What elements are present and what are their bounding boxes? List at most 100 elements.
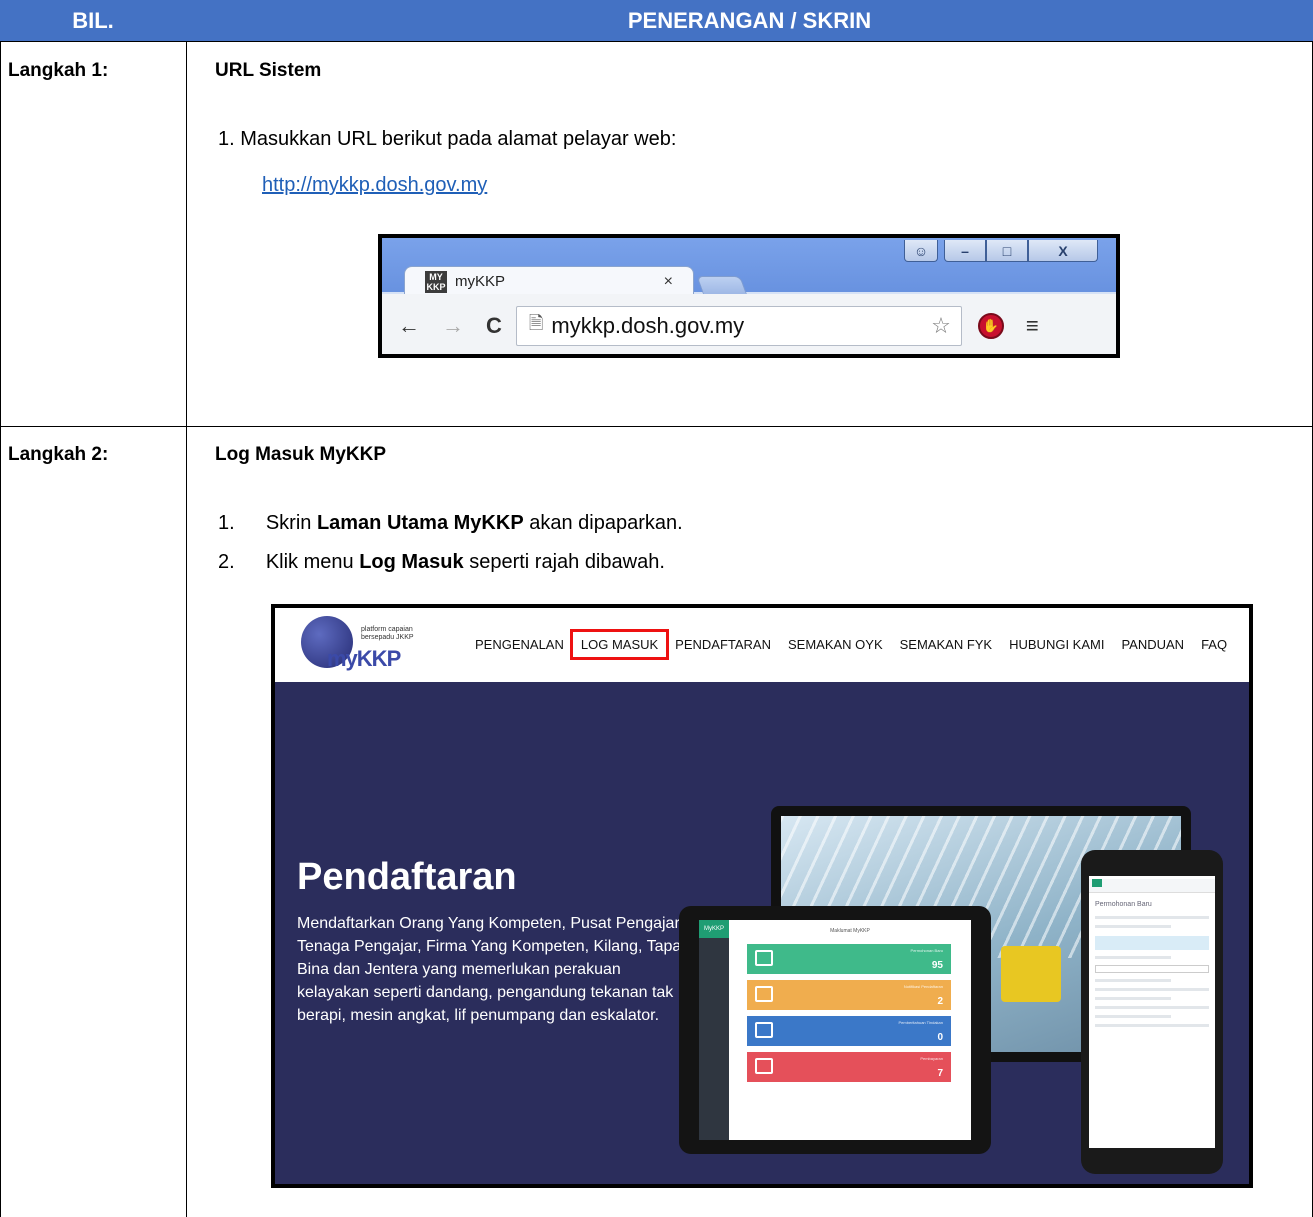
forward-arrow-icon[interactable]: → xyxy=(442,313,464,339)
tablet-title: Maklumat MyKKP xyxy=(830,928,870,934)
tablet-dashboard: MyKKP Maklumat MyKKP Permohonan Baru 95 … xyxy=(699,920,971,1140)
tablet-brand: MyKKP xyxy=(699,920,729,938)
hero-title: Pendaftaran xyxy=(297,856,517,898)
menu-pengenalan[interactable]: PENGENALAN xyxy=(475,632,564,657)
window-controls: ☺ – □ X xyxy=(904,240,1098,262)
card-permohonan-baru: Permohonan Baru 95 xyxy=(747,944,951,974)
table-border-left xyxy=(0,41,1,1217)
step1-item1-num: 1. xyxy=(218,128,235,150)
step1-item1: 1. Masukkan URL berikut pada alamat pela… xyxy=(218,125,676,153)
header-bil: BIL. xyxy=(0,0,186,41)
phone-topbar xyxy=(1089,879,1215,893)
browser-tab-title: myKKP xyxy=(455,273,506,290)
browser-screenshot: ☺ – □ X MY KKP myKKP × ← → C 🗎 mykkp.dos… xyxy=(378,234,1120,358)
site-navbar: platform capaian bersepadu JKKP myKKP PE… xyxy=(275,608,1249,682)
system-url-link[interactable]: http://mykkp.dosh.gov.my xyxy=(262,174,487,197)
phone-screen: Permohonan Baru xyxy=(1089,876,1215,1148)
phone-line xyxy=(1095,1006,1209,1009)
menu-hubungi-kami[interactable]: HUBUNGI KAMI xyxy=(1009,632,1104,657)
logo-tagline-1: platform capaian xyxy=(361,626,413,633)
close-window-icon[interactable]: X xyxy=(1028,240,1098,262)
card-value: 95 xyxy=(931,960,943,971)
card-pemberitahuan: Pemberitahuan Tindakan 0 xyxy=(747,1016,951,1046)
step1-label: Langkah 1: xyxy=(8,60,109,81)
address-bar-url[interactable]: mykkp.dosh.gov.my xyxy=(551,313,931,339)
step2-item1: 1. Skrin Laman Utama MyKKP akan dipapark… xyxy=(218,509,683,537)
browser-toolbar: ← → C 🗎 mykkp.dosh.gov.my ☆ ✋ ≡ xyxy=(382,294,1116,354)
menu-semakan-fyk[interactable]: SEMAKAN FYK xyxy=(900,632,992,657)
envelope-icon xyxy=(755,950,773,966)
phone-illustration: Permohonan Baru xyxy=(1081,850,1223,1174)
step1-item1-text: Masukkan URL berikut pada alamat pelayar… xyxy=(240,128,677,150)
logo-tagline: platform capaian bersepadu JKKP xyxy=(361,626,414,642)
step2-item2: 2. Klik menu Log Masuk seperti rajah dib… xyxy=(218,548,665,576)
phone-line xyxy=(1095,1024,1209,1027)
minimize-icon[interactable]: – xyxy=(944,240,986,262)
bookmark-star-icon[interactable]: ☆ xyxy=(931,313,951,339)
phone-menu-icon xyxy=(1092,879,1102,887)
tab-close-icon[interactable]: × xyxy=(664,273,673,291)
table-row-divider-top xyxy=(0,41,1313,42)
tablet-illustration: MyKKP Maklumat MyKKP Permohonan Baru 95 … xyxy=(679,906,991,1154)
mykkp-favicon-icon: MY KKP xyxy=(425,270,447,293)
tablet-sidebar: MyKKP xyxy=(699,920,729,1140)
menu-panduan[interactable]: PANDUAN xyxy=(1121,632,1184,657)
browser-tab[interactable]: MY KKP myKKP × xyxy=(404,266,694,296)
menu-log-masuk[interactable]: LOG MASUK xyxy=(569,629,670,660)
phone-line xyxy=(1095,988,1209,991)
hero-description: Mendaftarkan Orang Yang Kompeten, Pusat … xyxy=(297,915,690,1024)
step2-item1-num: 1. xyxy=(218,512,235,534)
logo-wordmark: myKKP xyxy=(327,646,401,671)
step2-item1-bold: Laman Utama MyKKP xyxy=(316,512,524,534)
phone-line xyxy=(1095,979,1171,982)
reload-icon[interactable]: C xyxy=(486,313,502,339)
phone-line xyxy=(1095,1015,1171,1018)
mykkp-logo[interactable]: platform capaian bersepadu JKKP myKKP xyxy=(301,616,451,674)
card-label: Pembayaran xyxy=(920,1056,943,1061)
logo-tagline-2: bersepadu JKKP xyxy=(361,634,414,641)
step1-title: URL Sistem xyxy=(215,60,322,81)
browser-menu-icon[interactable]: ≡ xyxy=(1026,313,1039,339)
user-profile-icon[interactable]: ☺ xyxy=(904,240,938,262)
table-column-divider xyxy=(186,41,187,1217)
adblock-stop-icon[interactable]: ✋ xyxy=(977,313,1004,339)
step2-item2-pre: Klik menu xyxy=(265,551,360,573)
card-label: Permohonan Baru xyxy=(910,948,943,953)
mykkp-homepage-screenshot: platform capaian bersepadu JKKP myKKP PE… xyxy=(271,604,1253,1188)
card-pembayaran: Pembayaran 7 xyxy=(747,1052,951,1082)
site-menu: PENGENALAN LOG MASUK PENDAFTARAN SEMAKAN… xyxy=(475,629,1244,660)
phone-line xyxy=(1095,956,1171,959)
page-icon: 🗎 xyxy=(528,313,544,333)
step2-label: Langkah 2: xyxy=(8,444,109,465)
phone-line xyxy=(1095,916,1209,919)
step2-title: Log Masuk MyKKP xyxy=(215,444,387,465)
card-label: Pemberitahuan Tindakan xyxy=(898,1020,943,1025)
step2-item1-pre: Skrin xyxy=(265,512,317,534)
step2-item1-post: akan dipaparkan. xyxy=(523,512,683,534)
maximize-icon[interactable]: □ xyxy=(986,240,1028,262)
address-bar[interactable]: 🗎 mykkp.dosh.gov.my ☆ xyxy=(515,306,962,346)
instruction-table: BIL. PENERANGAN / SKRIN Langkah 1: URL S… xyxy=(0,0,1313,1217)
new-tab-button[interactable] xyxy=(696,276,748,296)
step2-item2-bold: Log Masuk xyxy=(359,551,464,573)
card-value: 7 xyxy=(937,1068,943,1079)
step2-item2-num: 2. xyxy=(218,551,235,573)
card-notifikasi: Notifikasi Pendaftaran 2 xyxy=(747,980,951,1010)
back-arrow-icon[interactable]: ← xyxy=(398,313,420,339)
forklift-image xyxy=(981,946,1061,1002)
money-icon xyxy=(755,1058,773,1074)
user-icon xyxy=(755,986,773,1002)
menu-semakan-oyk[interactable]: SEMAKAN OYK xyxy=(788,632,883,657)
phone-line xyxy=(1095,925,1171,928)
phone-line xyxy=(1095,997,1171,1000)
header-penerangan: PENERANGAN / SKRIN xyxy=(186,0,1313,41)
phone-field xyxy=(1095,965,1209,973)
card-value: 0 xyxy=(937,1032,943,1043)
document-icon xyxy=(755,1022,773,1038)
phone-info-box xyxy=(1095,936,1209,950)
phone-header: Permohonan Baru xyxy=(1095,901,1152,908)
card-label: Notifikasi Pendaftaran xyxy=(903,984,943,989)
menu-pendaftaran[interactable]: PENDAFTARAN xyxy=(675,632,771,657)
table-row-divider xyxy=(0,426,1313,427)
menu-faq[interactable]: FAQ xyxy=(1201,632,1227,657)
